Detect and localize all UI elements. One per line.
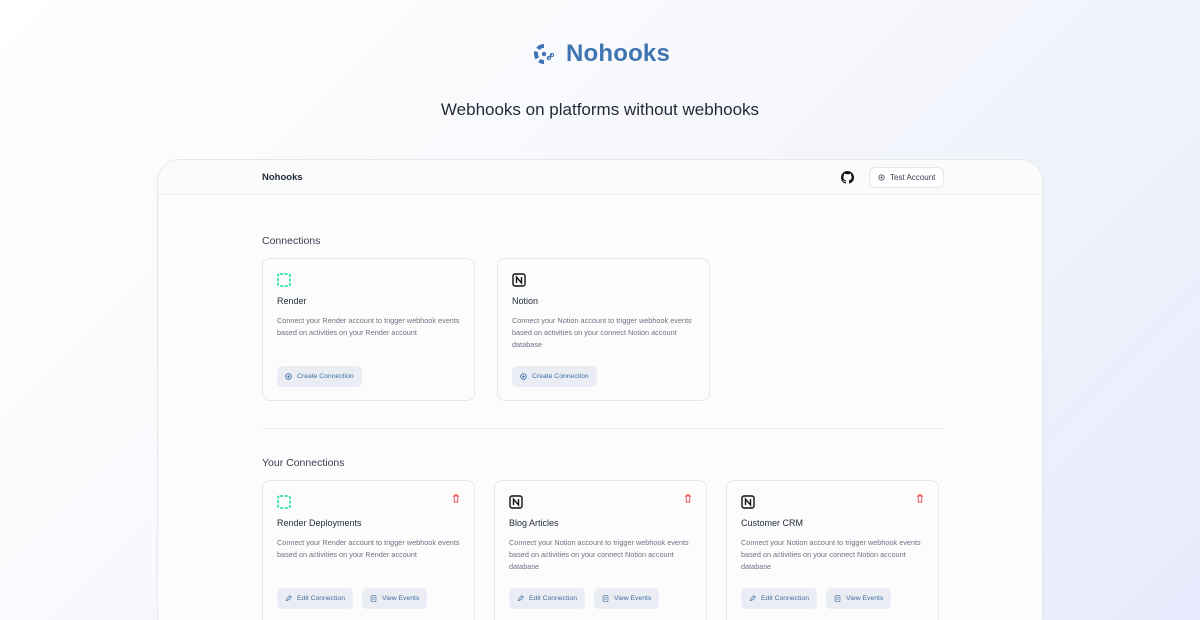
button-label: Edit Connection: [529, 595, 577, 602]
tagline: Webhooks on platforms without webhooks: [440, 100, 760, 119]
button-label: View Events: [614, 595, 652, 602]
edit-connection-button[interactable]: Edit Connection: [741, 588, 817, 609]
document-icon: [602, 595, 609, 602]
notion-logo-icon: [509, 495, 523, 509]
create-connection-button[interactable]: Create Connection: [277, 366, 362, 387]
nohooks-logo-icon: [530, 43, 556, 65]
card-description: Connect your Notion account to trigger w…: [741, 538, 921, 571]
view-events-button[interactable]: View Events: [826, 588, 892, 609]
pencil-icon: [517, 595, 524, 602]
document-icon: [370, 595, 377, 602]
card-title: Render: [277, 296, 307, 306]
app-window: Nohooks Test Account Connections Render …: [157, 159, 1043, 620]
trash-icon[interactable]: [916, 494, 924, 503]
view-events-button[interactable]: View Events: [594, 588, 660, 609]
render-logo-icon: [277, 273, 291, 287]
pencil-icon: [749, 595, 756, 602]
card-title: Blog Articles: [509, 518, 559, 528]
settings-icon: [878, 174, 885, 181]
card-description: Connect your Render account to trigger w…: [277, 538, 460, 559]
card-title: Render Deployments: [277, 518, 362, 528]
render-logo-icon: [277, 495, 291, 509]
card-title: Customer CRM: [741, 518, 804, 528]
create-connection-button[interactable]: Create Connection: [512, 366, 597, 387]
button-label: Create Connection: [297, 373, 354, 380]
button-label: Edit Connection: [761, 595, 809, 602]
button-label: Create Connection: [532, 373, 589, 380]
edit-connection-button[interactable]: Edit Connection: [509, 588, 585, 609]
card-description: Connect your Notion account to trigger w…: [512, 316, 692, 349]
pencil-icon: [285, 595, 292, 602]
connections-title: Connections: [262, 235, 321, 247]
account-button[interactable]: Test Account: [869, 167, 945, 188]
account-label: Test Account: [890, 173, 936, 182]
notion-logo-icon: [512, 273, 526, 287]
edit-connection-button[interactable]: Edit Connection: [277, 588, 353, 609]
hero-logo: Nohooks: [0, 40, 1200, 68]
user-connection-card-blog-articles: Blog Articles Connect your Notion accoun…: [494, 480, 707, 620]
trash-icon[interactable]: [684, 494, 692, 503]
connection-card-render: Render Connect your Render account to tr…: [262, 258, 475, 401]
button-label: Edit Connection: [297, 595, 345, 602]
document-icon: [834, 595, 841, 602]
plus-circle-icon: [285, 373, 292, 380]
your-connections-title: Your Connections: [262, 457, 345, 469]
connection-card-notion: Notion Connect your Notion account to tr…: [497, 258, 710, 401]
user-connection-card-customer-crm: Customer CRM Connect your Notion account…: [726, 480, 939, 620]
button-label: View Events: [382, 595, 420, 602]
brand-name: Nohooks: [565, 40, 671, 67]
card-title: Notion: [512, 296, 539, 306]
notion-logo-icon: [741, 495, 755, 509]
app-name[interactable]: Nohooks: [262, 172, 303, 183]
github-icon[interactable]: [841, 171, 854, 184]
top-nav: Nohooks Test Account: [158, 160, 1042, 195]
trash-icon[interactable]: [452, 494, 460, 503]
plus-circle-icon: [520, 373, 527, 380]
section-divider: [262, 428, 944, 429]
button-label: View Events: [846, 595, 884, 602]
card-description: Connect your Notion account to trigger w…: [509, 538, 689, 571]
user-connection-card-render-deployments: Render Deployments Connect your Render a…: [262, 480, 475, 620]
view-events-button[interactable]: View Events: [362, 588, 428, 609]
card-description: Connect your Render account to trigger w…: [277, 316, 460, 337]
